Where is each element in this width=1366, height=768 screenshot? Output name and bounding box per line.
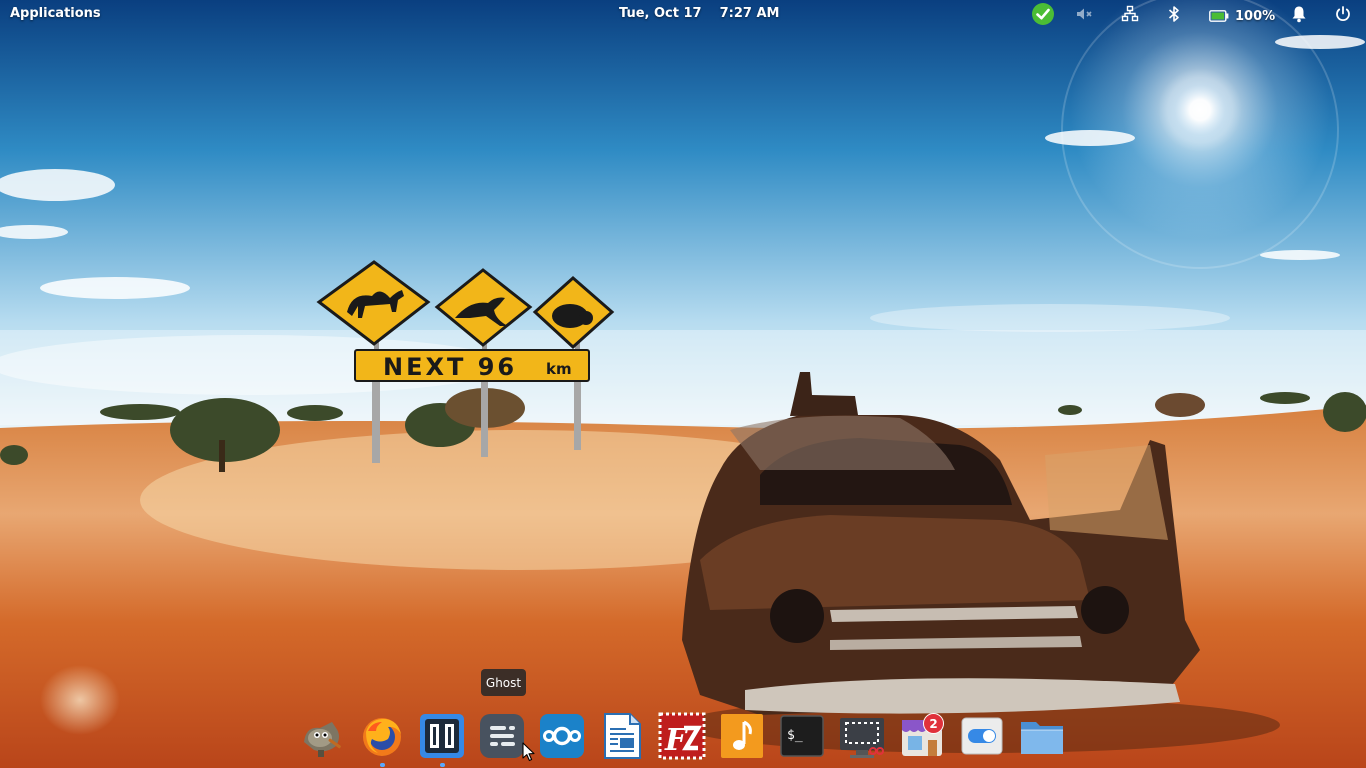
dock-item-ghost[interactable] — [478, 712, 526, 760]
sign-unit: km — [546, 360, 572, 378]
check-circle-icon — [1032, 3, 1054, 25]
dock-item-firefox[interactable] — [358, 712, 406, 760]
power-icon — [1336, 6, 1350, 21]
gimp-icon — [304, 722, 341, 757]
dock-item-terminal[interactable]: $_ — [778, 712, 826, 760]
network-indicator[interactable] — [1121, 3, 1139, 25]
dock-item-music[interactable] — [718, 712, 766, 760]
ghost-icon — [480, 714, 524, 758]
music-note-icon — [721, 714, 763, 758]
volume-muted-icon — [1077, 8, 1092, 20]
mouse-pointer-icon — [522, 742, 535, 762]
bluetooth-icon — [1168, 6, 1179, 22]
toggle-switch-icon — [961, 717, 1003, 755]
dock-item-gimp[interactable] — [298, 712, 346, 760]
dock-item-files[interactable] — [1018, 712, 1066, 760]
dock-item-code-editor[interactable] — [418, 712, 466, 760]
desktop-wallpaper: NEXT 96 km — [0, 0, 1366, 768]
datetime-indicator[interactable]: Tue, Oct 17 7:27 AM — [619, 6, 779, 21]
dock-item-screenshot[interactable] — [838, 712, 886, 760]
applications-menu-button[interactable]: Applications — [10, 6, 101, 21]
sound-indicator[interactable] — [1075, 3, 1093, 25]
dock-item-nextcloud[interactable] — [538, 712, 586, 760]
wired-network-icon — [1121, 5, 1139, 22]
power-indicator[interactable]: 100% — [1209, 5, 1275, 27]
dock-item-filezilla[interactable]: F — [658, 712, 706, 760]
screenshot-icon — [840, 718, 884, 758]
session-indicator[interactable] — [1334, 3, 1352, 25]
time-label: 7:27 AM — [719, 6, 780, 21]
bell-icon — [1292, 6, 1306, 23]
battery-percentage: 100% — [1235, 8, 1276, 24]
date-label: Tue, Oct 17 — [619, 6, 702, 21]
top-panel: Applications Tue, Oct 17 7:27 AM 100% — [0, 0, 1366, 28]
svg-text:$_: $_ — [787, 728, 803, 743]
document-writer-icon — [604, 713, 641, 759]
running-indicator — [440, 763, 445, 767]
code-editor-icon — [420, 714, 464, 758]
filezilla-icon: F — [658, 712, 706, 760]
dock-item-libreoffice-writer[interactable] — [598, 712, 646, 760]
nextcloud-icon — [540, 714, 584, 758]
sign-text: NEXT 96 — [383, 353, 517, 381]
dock-tooltip: Ghost — [481, 669, 526, 696]
battery-icon — [1209, 10, 1229, 22]
appcenter-update-badge: 2 — [923, 713, 944, 734]
sync-status-indicator[interactable] — [1031, 3, 1055, 25]
dock-item-system-settings[interactable] — [958, 712, 1006, 760]
terminal-icon: $_ — [780, 715, 824, 757]
bluetooth-indicator[interactable] — [1166, 3, 1182, 25]
notifications-indicator[interactable] — [1291, 3, 1307, 25]
firefox-icon — [363, 718, 401, 756]
folder-icon — [1021, 722, 1063, 754]
running-indicator — [380, 763, 385, 767]
